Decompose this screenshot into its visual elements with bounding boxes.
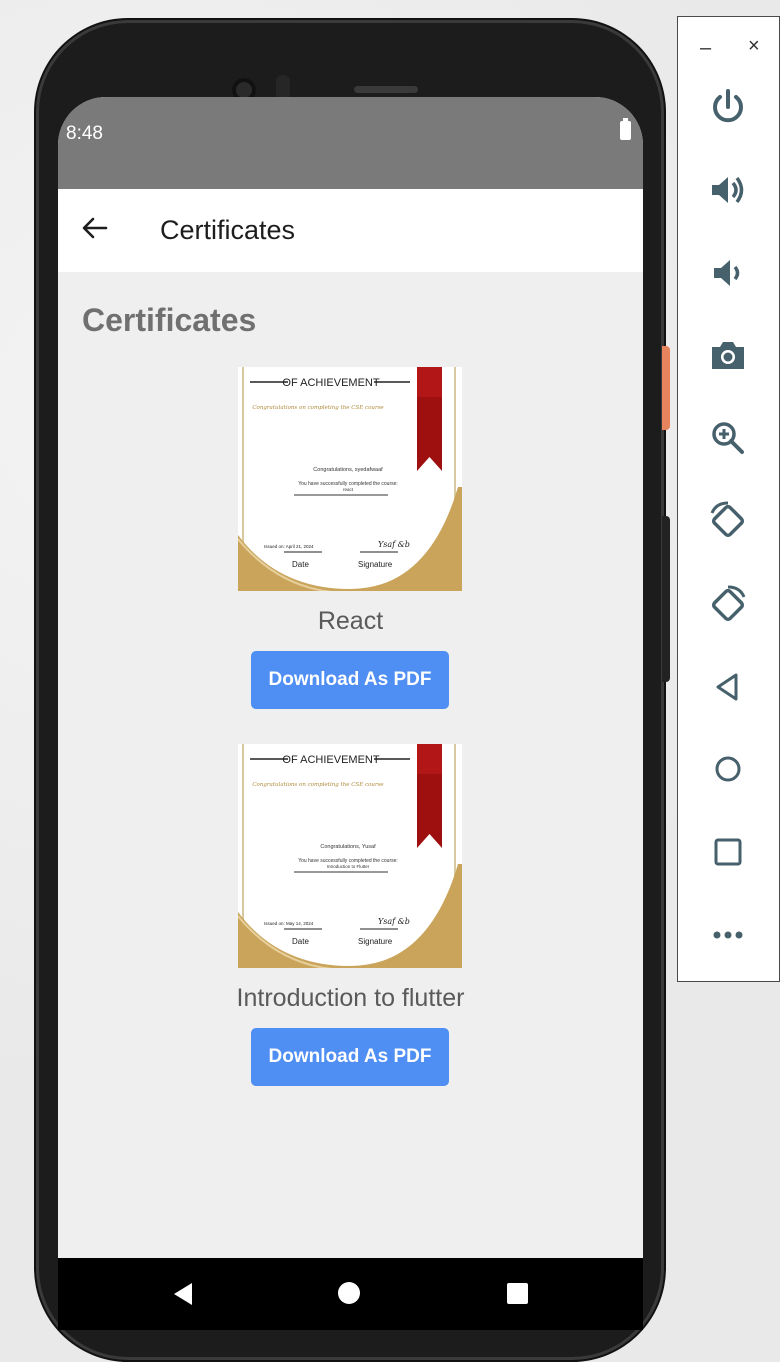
zoom-in-icon[interactable] <box>708 418 748 458</box>
certificate-banner: OF ACHIEVEMENT <box>282 377 379 389</box>
phone-screen: 8:48 Certificates Certificates OF ACHIEV… <box>58 97 643 1330</box>
rotate-right-icon[interactable] <box>708 585 748 625</box>
volume-down-icon[interactable] <box>708 253 748 293</box>
app-bar: Certificates <box>58 189 643 272</box>
certificate-script-line: Congratulations on completing the CSE co… <box>252 405 384 411</box>
rotate-left-icon[interactable] <box>708 501 748 541</box>
back-arrow-icon[interactable] <box>80 213 110 243</box>
certificate-artwork: OF ACHIEVEMENT Congratulations on comple… <box>238 367 462 591</box>
download-pdf-button[interactable]: Download As PDF <box>251 651 449 709</box>
certificate-name: React <box>317 607 384 635</box>
status-time: 8:48 <box>66 123 103 144</box>
certificate-signature-label: Signature <box>358 560 393 569</box>
side-volume-button[interactable] <box>662 516 670 682</box>
nav-back-icon[interactable] <box>172 1282 194 1306</box>
signature-scribble: Ysaf &b <box>378 540 410 549</box>
android-nav-bar <box>58 1258 643 1330</box>
certificate-issued: Issued on: May 14, 2024 <box>264 921 314 926</box>
side-power-button[interactable] <box>662 346 670 430</box>
certificate-name: Introduction to flutter <box>236 984 465 1012</box>
app-bar-title: Certificates <box>160 215 296 245</box>
close-button[interactable]: × <box>748 35 760 58</box>
certificate-banner: OF ACHIEVEMENT <box>282 754 379 766</box>
certificate-issued: Issued on: April 21, 2024 <box>264 544 314 549</box>
emulator-toolbar: – × <box>677 16 780 982</box>
more-icon[interactable] <box>708 915 748 955</box>
certificate-course-small: react <box>343 487 354 492</box>
certificate-artwork: OF ACHIEVEMENT Congratulations on comple… <box>238 744 462 968</box>
certificate-date-label: Date <box>292 937 309 946</box>
page-heading: Certificates <box>82 302 257 338</box>
download-pdf-button[interactable]: Download As PDF <box>251 1028 449 1086</box>
back-icon[interactable] <box>708 667 748 707</box>
home-icon[interactable] <box>708 749 748 789</box>
earpiece-speaker <box>354 86 418 93</box>
power-icon[interactable] <box>708 87 748 127</box>
certificate-script-line: Congratulations on completing the CSE co… <box>252 782 384 788</box>
certificate-thumbnail[interactable]: OF ACHIEVEMENT Congratulations on comple… <box>238 367 462 591</box>
nav-overview-icon[interactable] <box>507 1283 528 1304</box>
nav-home-icon[interactable] <box>338 1282 360 1304</box>
camera-icon[interactable] <box>708 335 748 375</box>
certificate-signature-label: Signature <box>358 937 393 946</box>
certificate-congrats: Congratulations, Yusaf <box>320 844 376 850</box>
overview-icon[interactable] <box>708 832 748 872</box>
certificate-course-small: Introduction to Flutter <box>327 864 370 869</box>
battery-icon <box>620 118 631 140</box>
certificate-thumbnail[interactable]: OF ACHIEVEMENT Congratulations on comple… <box>238 744 462 968</box>
certificate-date-label: Date <box>292 560 309 569</box>
certificate-congrats: Congratulations, syedafwaaf <box>313 467 383 473</box>
volume-up-icon[interactable] <box>708 170 748 210</box>
certificates-list[interactable]: Certificates OF ACHIEVEMENT Congratulati… <box>58 272 643 1258</box>
status-bar: 8:48 <box>58 97 643 189</box>
signature-scribble: Ysaf &b <box>378 917 410 926</box>
minimize-button[interactable]: – <box>700 37 711 60</box>
